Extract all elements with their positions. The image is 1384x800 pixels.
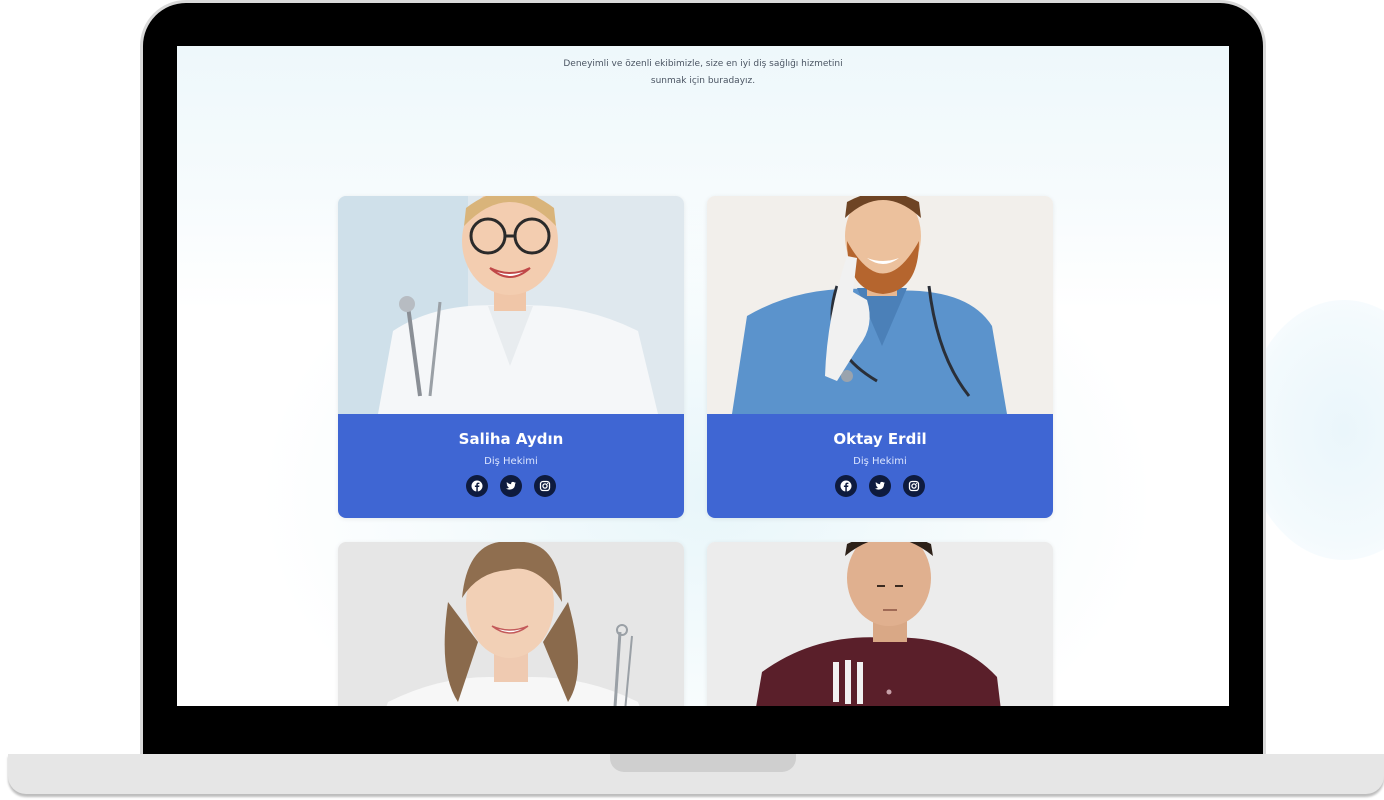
team-card-4[interactable] — [707, 542, 1053, 706]
team-card-oktay[interactable]: Oktay Erdil Diş Hekimi — [707, 196, 1053, 518]
social-links — [338, 475, 684, 497]
intro-line-1: Deneyimli ve özenli ekibimizle, size en … — [563, 59, 843, 69]
doctor-name: Saliha Aydın — [458, 430, 564, 448]
team-card-3[interactable] — [338, 542, 684, 706]
section-intro: Deneyimli ve özenli ekibimizle, size en … — [177, 56, 1229, 90]
doctor-title: Diş Hekimi — [853, 456, 907, 467]
doctor-title: Diş Hekimi — [484, 456, 538, 467]
doctor-photo — [707, 196, 1053, 414]
social-links — [707, 475, 1053, 497]
card-info: Oktay Erdil Diş Hekimi — [707, 414, 1053, 518]
doctor-name: Oktay Erdil — [833, 430, 927, 448]
laptop-mockup: Deneyimli ve özenli ekibimizle, size en … — [0, 0, 1384, 800]
instagram-icon[interactable] — [903, 475, 925, 497]
facebook-icon[interactable] — [466, 475, 488, 497]
twitter-icon[interactable] — [869, 475, 891, 497]
intro-line-2: sunmak için buradayız. — [650, 76, 756, 86]
doctor-photo — [338, 542, 684, 706]
doctor-photo — [338, 196, 684, 414]
team-card-saliha[interactable]: Saliha Aydın Diş Hekimi — [338, 196, 684, 518]
laptop-screen: Deneyimli ve özenli ekibimizle, size en … — [177, 46, 1229, 706]
facebook-icon[interactable] — [835, 475, 857, 497]
card-info: Saliha Aydın Diş Hekimi — [338, 414, 684, 518]
instagram-icon[interactable] — [534, 475, 556, 497]
doctor-photo — [707, 542, 1053, 706]
laptop-notch — [610, 754, 796, 772]
twitter-icon[interactable] — [500, 475, 522, 497]
